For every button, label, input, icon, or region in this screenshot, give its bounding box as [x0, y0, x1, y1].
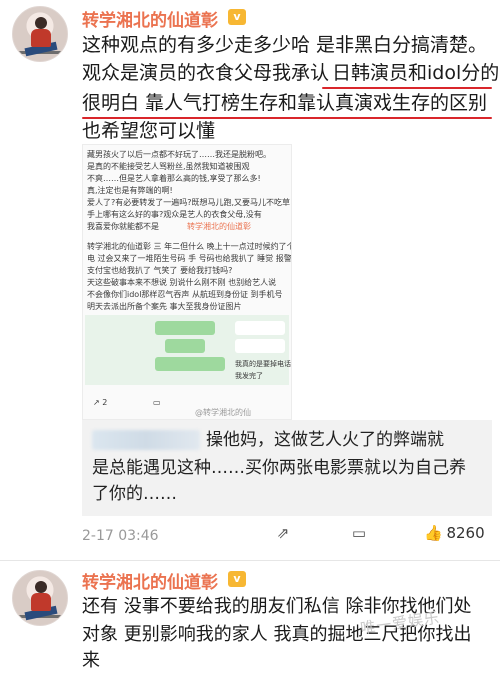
vip-badge-icon: v [228, 571, 246, 587]
embedded-text: 转学湘北的仙道彰 三 年二但什么 晚上十一点过时候约了个 [87, 242, 292, 251]
embedded-retweet-count: ↗ 2 [93, 398, 108, 407]
vip-badge-icon: v [228, 9, 246, 25]
avatar-body [31, 29, 51, 47]
username[interactable]: 转学湘北的仙道彰 [82, 568, 218, 593]
avatar-head [35, 17, 47, 29]
divider [0, 560, 500, 561]
embedded-text: 明天去派出所备个案先 事大至我身份证图片 [87, 302, 242, 311]
chat-bubble [165, 339, 205, 353]
embedded-text: 真,注定也是有弊端的啊! [87, 186, 173, 195]
chat-caption: 我真的是要掉电话了 [235, 360, 292, 368]
avatar-head [35, 581, 47, 593]
post-text-line-2-highlight: 日韩演员和idol分的 [332, 62, 500, 84]
embedded-text: 是真的不能接受艺人骂粉丝,虽然我知道被围观 [87, 162, 250, 171]
chat-bubble [235, 321, 285, 335]
embedded-text: 藏男孩火了以后一点都不好玩了……我还是脱粉吧。 [87, 150, 271, 159]
share-button[interactable]: ⇗ [274, 524, 292, 542]
embedded-retweet-value: 2 [102, 398, 108, 407]
post-text-line-4: 也希望您可以懂 [82, 120, 216, 142]
post-text-line-3: 很明白 靠人气打榜生存和靠认真演戏生存的区别 [82, 92, 488, 114]
embedded-text: 支付宝也给我扒了 气笑了 要给我打钱吗? [87, 266, 233, 275]
embedded-text: 天这些破事本来不想说 别说什么刚不刚 也别给艺人说 [87, 278, 277, 287]
blurred-username [92, 430, 200, 450]
post-text-line-1: 这种观点的有多少走多少哈 是非黑白分搞清楚。 [82, 34, 488, 56]
share-icon: ⇗ [276, 524, 290, 542]
chat-caption: 我发完了 [235, 372, 263, 380]
like-button[interactable]: 👍 8260 [424, 524, 485, 542]
post-text-line-2: 观众是演员的衣食父母我承认 [82, 62, 330, 84]
post-timestamp: 2-17 03:46 [82, 528, 159, 544]
embedded-text: 电 过会又来了一堆陌生号码 手 号码也给我扒了 睡觉 报警了 [87, 254, 292, 263]
embedded-text: 不爽……但是艺人拿着那么高的钱,享受了那么多! [87, 174, 261, 183]
reply-text-line-3: 了你的…… [92, 484, 177, 504]
embedded-screenshot-image[interactable]: 藏男孩火了以后一点都不好玩了……我还是脱粉吧。 是真的不能接受艺人骂粉丝,虽然我… [82, 144, 292, 420]
post-text-line-3: 来 [82, 650, 100, 671]
embedded-text: 不会像你们idol那样忍气吞声 从航班到身份证 到手机号 [87, 290, 283, 299]
like-count: 8260 [446, 524, 485, 542]
embedded-comment-icon: ▭ [153, 398, 161, 407]
chat-bubble [155, 357, 225, 371]
comment-button[interactable]: ▭ [350, 524, 368, 542]
embedded-text: 爱人了?有必要转发了一遍吗?既想马儿跑,又要马儿不吃草 [87, 198, 291, 207]
chat-screenshot: 我真的是要掉电话了 我发完了 [85, 315, 292, 385]
embedded-link: 转学湘北的仙道彰 [187, 222, 251, 231]
embedded-text: 手上哪有这么好的事?观众是艺人的衣食父母,没有 [87, 210, 262, 219]
weibo-post: 转学湘北的仙道彰 v 这种观点的有多少走多少哈 是非黑白分搞清楚。 观众是演员的… [0, 0, 500, 560]
reply-text-line-2: 是总能遇见这种……买你两张电影票就以为自己养 [92, 458, 466, 478]
reply-text-line-1: 操他妈，这做艺人火了的弊端就 [206, 430, 444, 450]
chat-bubble [155, 321, 215, 335]
comment-icon: ▭ [351, 524, 367, 542]
chat-bubble [235, 339, 285, 353]
username[interactable]: 转学湘北的仙道彰 [82, 6, 218, 31]
quoted-reply[interactable]: 操他妈，这做艺人火了的弊端就 是总能遇见这种……买你两张电影票就以为自己养 了你… [82, 420, 492, 516]
embedded-text: 我喜爱你就能都不是 [87, 222, 159, 231]
thumbs-up-icon: 👍 [424, 524, 443, 542]
highlight-underline-1 [322, 87, 492, 89]
embedded-watermark: @转学湘北的仙 [195, 408, 251, 417]
avatar-body [31, 593, 51, 611]
avatar[interactable] [12, 6, 68, 62]
avatar[interactable] [12, 570, 68, 626]
